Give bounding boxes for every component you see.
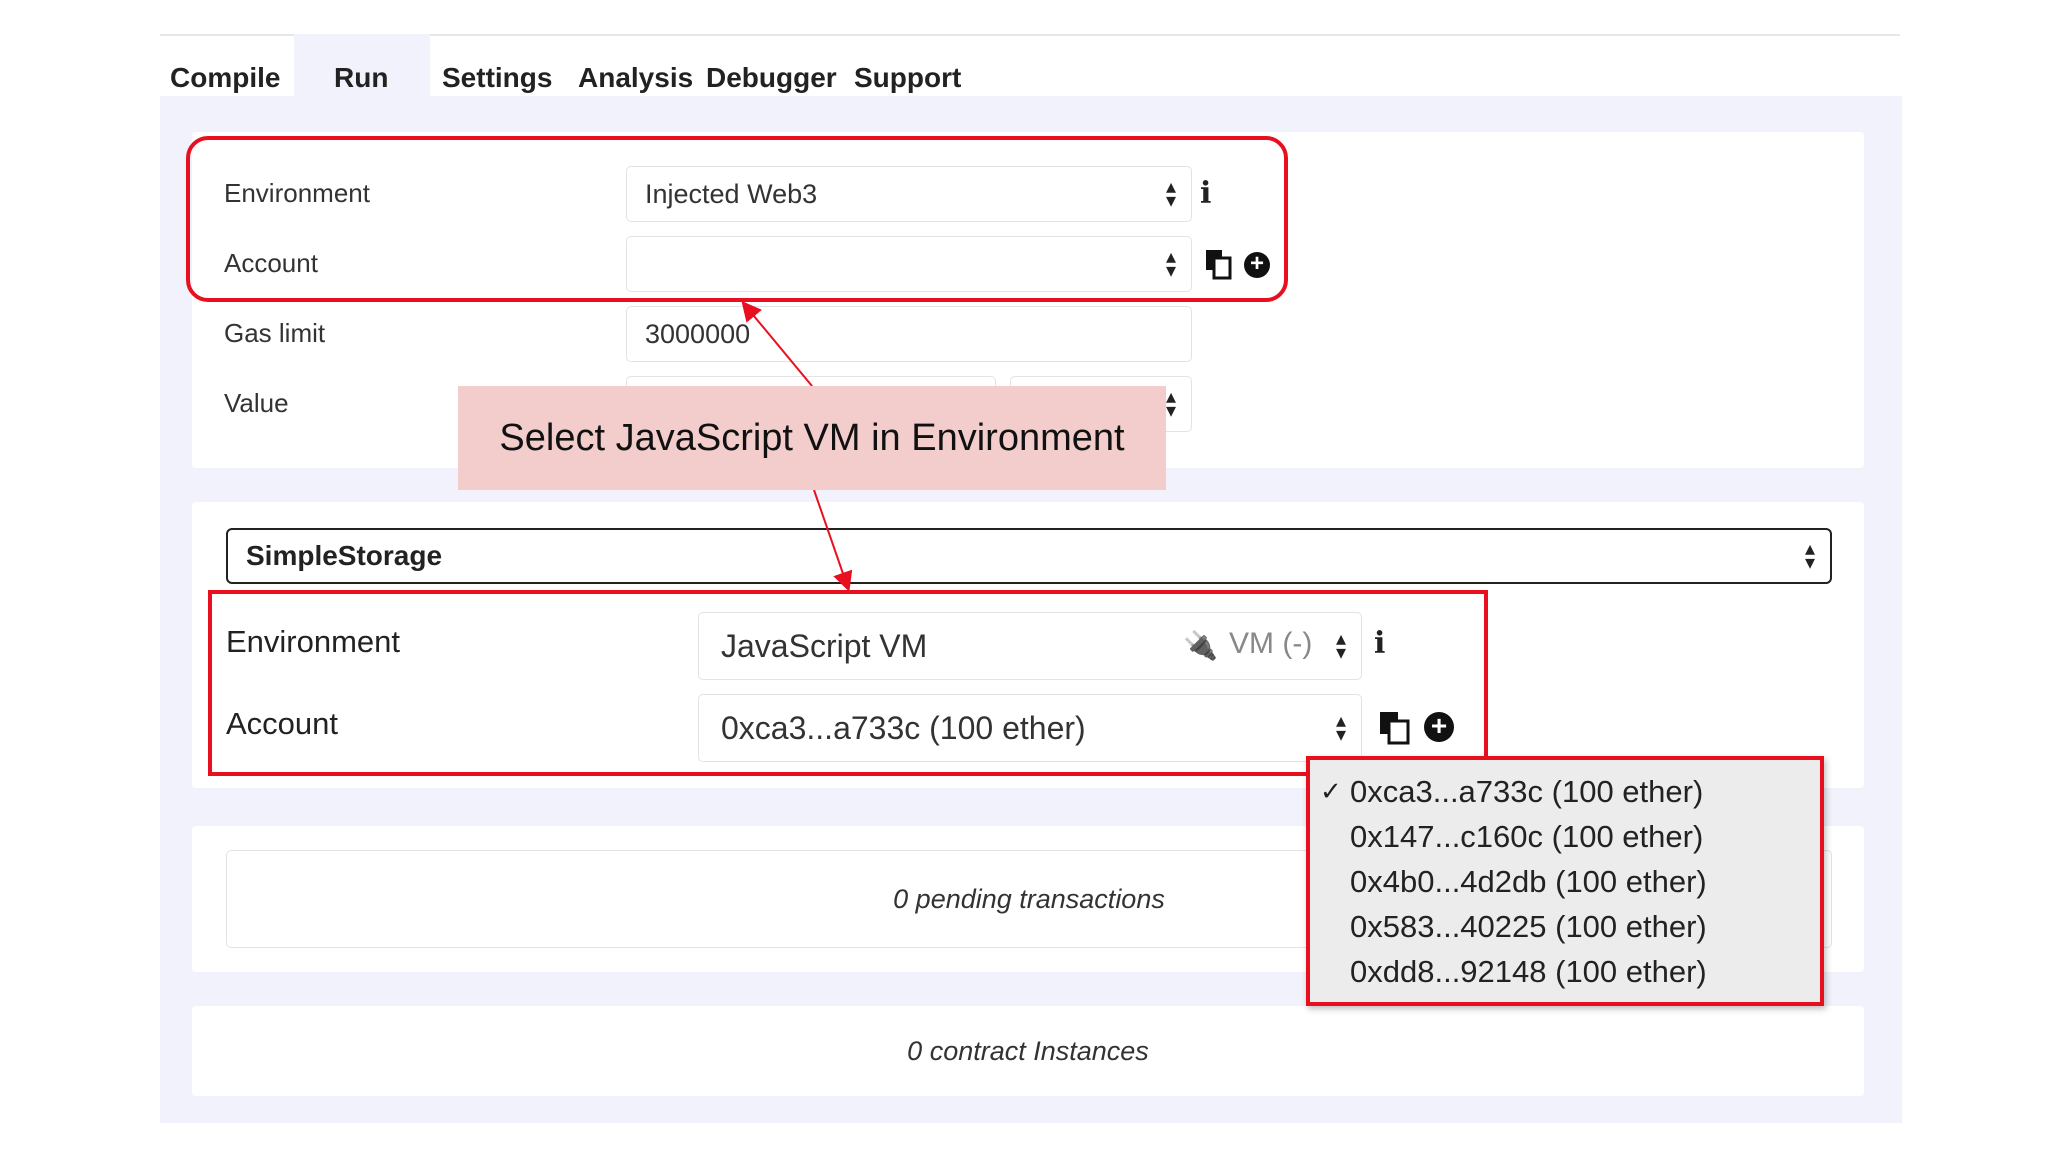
callout-text: Select JavaScript VM in Environment: [499, 416, 1125, 459]
callout-arrows: [741, 300, 853, 592]
arrow-to-top-environment: [741, 300, 813, 387]
callout-box: Select JavaScript VM in Environment: [458, 386, 1166, 490]
arrow-to-zoom-environment: [813, 489, 853, 592]
